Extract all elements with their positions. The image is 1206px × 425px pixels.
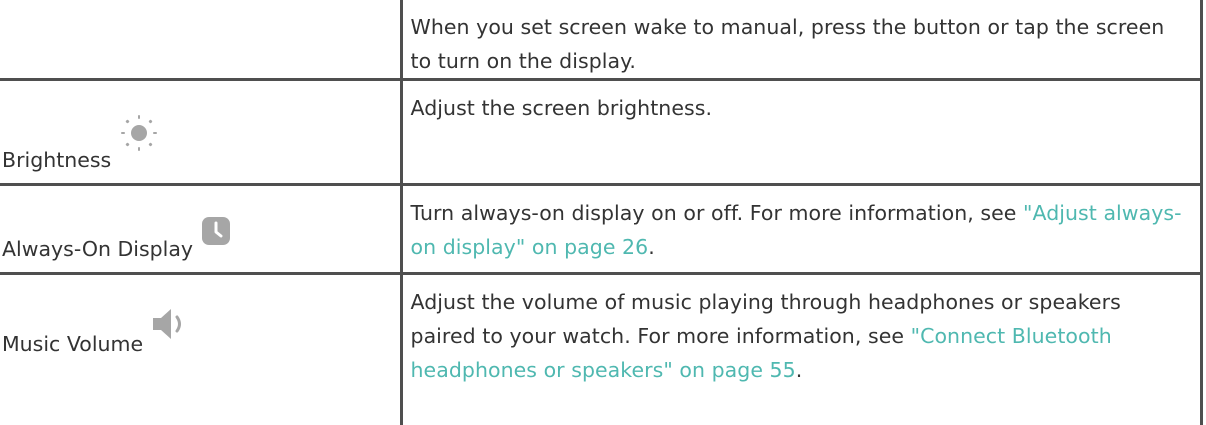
setting-name-group: Always-On Display	[2, 217, 231, 262]
table-row: Always-On Display Turn always-on display…	[0, 183, 1203, 275]
speaker-volume-icon	[151, 307, 189, 347]
setting-name-cell	[0, 0, 403, 81]
setting-description-cell: When you set screen wake to manual, pres…	[399, 0, 1203, 81]
table-row: Brightness Adjust the screen brightness.	[0, 78, 1203, 186]
setting-name-brightness: Brightness	[2, 148, 112, 172]
setting-description-text: Turn always-on display on or off. For mo…	[410, 201, 1024, 225]
setting-description-cell: Adjust the screen brightness.	[399, 78, 1203, 186]
setting-name-always-on: Always-On Display	[2, 237, 194, 261]
table-row: When you set screen wake to manual, pres…	[0, 0, 1203, 81]
setting-name-group: Brightness	[2, 115, 159, 173]
setting-name-cell: Always-On Display	[0, 183, 403, 275]
setting-description-cell: Adjust the volume of music playing throu…	[399, 272, 1203, 425]
setting-description: Adjust the volume of music playing throu…	[403, 275, 1201, 387]
setting-description-cell: Turn always-on display on or off. For mo…	[399, 183, 1203, 275]
settings-table: When you set screen wake to manual, pres…	[0, 0, 1203, 425]
sun-brightness-icon	[119, 113, 159, 159]
clock-icon	[201, 216, 231, 252]
setting-description: Adjust the screen brightness.	[410, 96, 713, 120]
setting-name-cell: Music Volume	[0, 272, 403, 425]
sentence-period: .	[648, 235, 655, 259]
setting-name-cell: Brightness	[0, 78, 403, 186]
setting-name-group: Music Volume	[2, 309, 189, 357]
sentence-period: .	[795, 358, 803, 382]
table-row: Music Volume Adjust the volume of music …	[0, 272, 1203, 425]
setting-description: Turn always-on display on or off. For mo…	[403, 186, 1201, 264]
setting-name-music-volume: Music Volume	[2, 332, 144, 356]
setting-description: When you set screen wake to manual, pres…	[410, 15, 1165, 73]
settings-table-frame: When you set screen wake to manual, pres…	[0, 0, 1206, 425]
